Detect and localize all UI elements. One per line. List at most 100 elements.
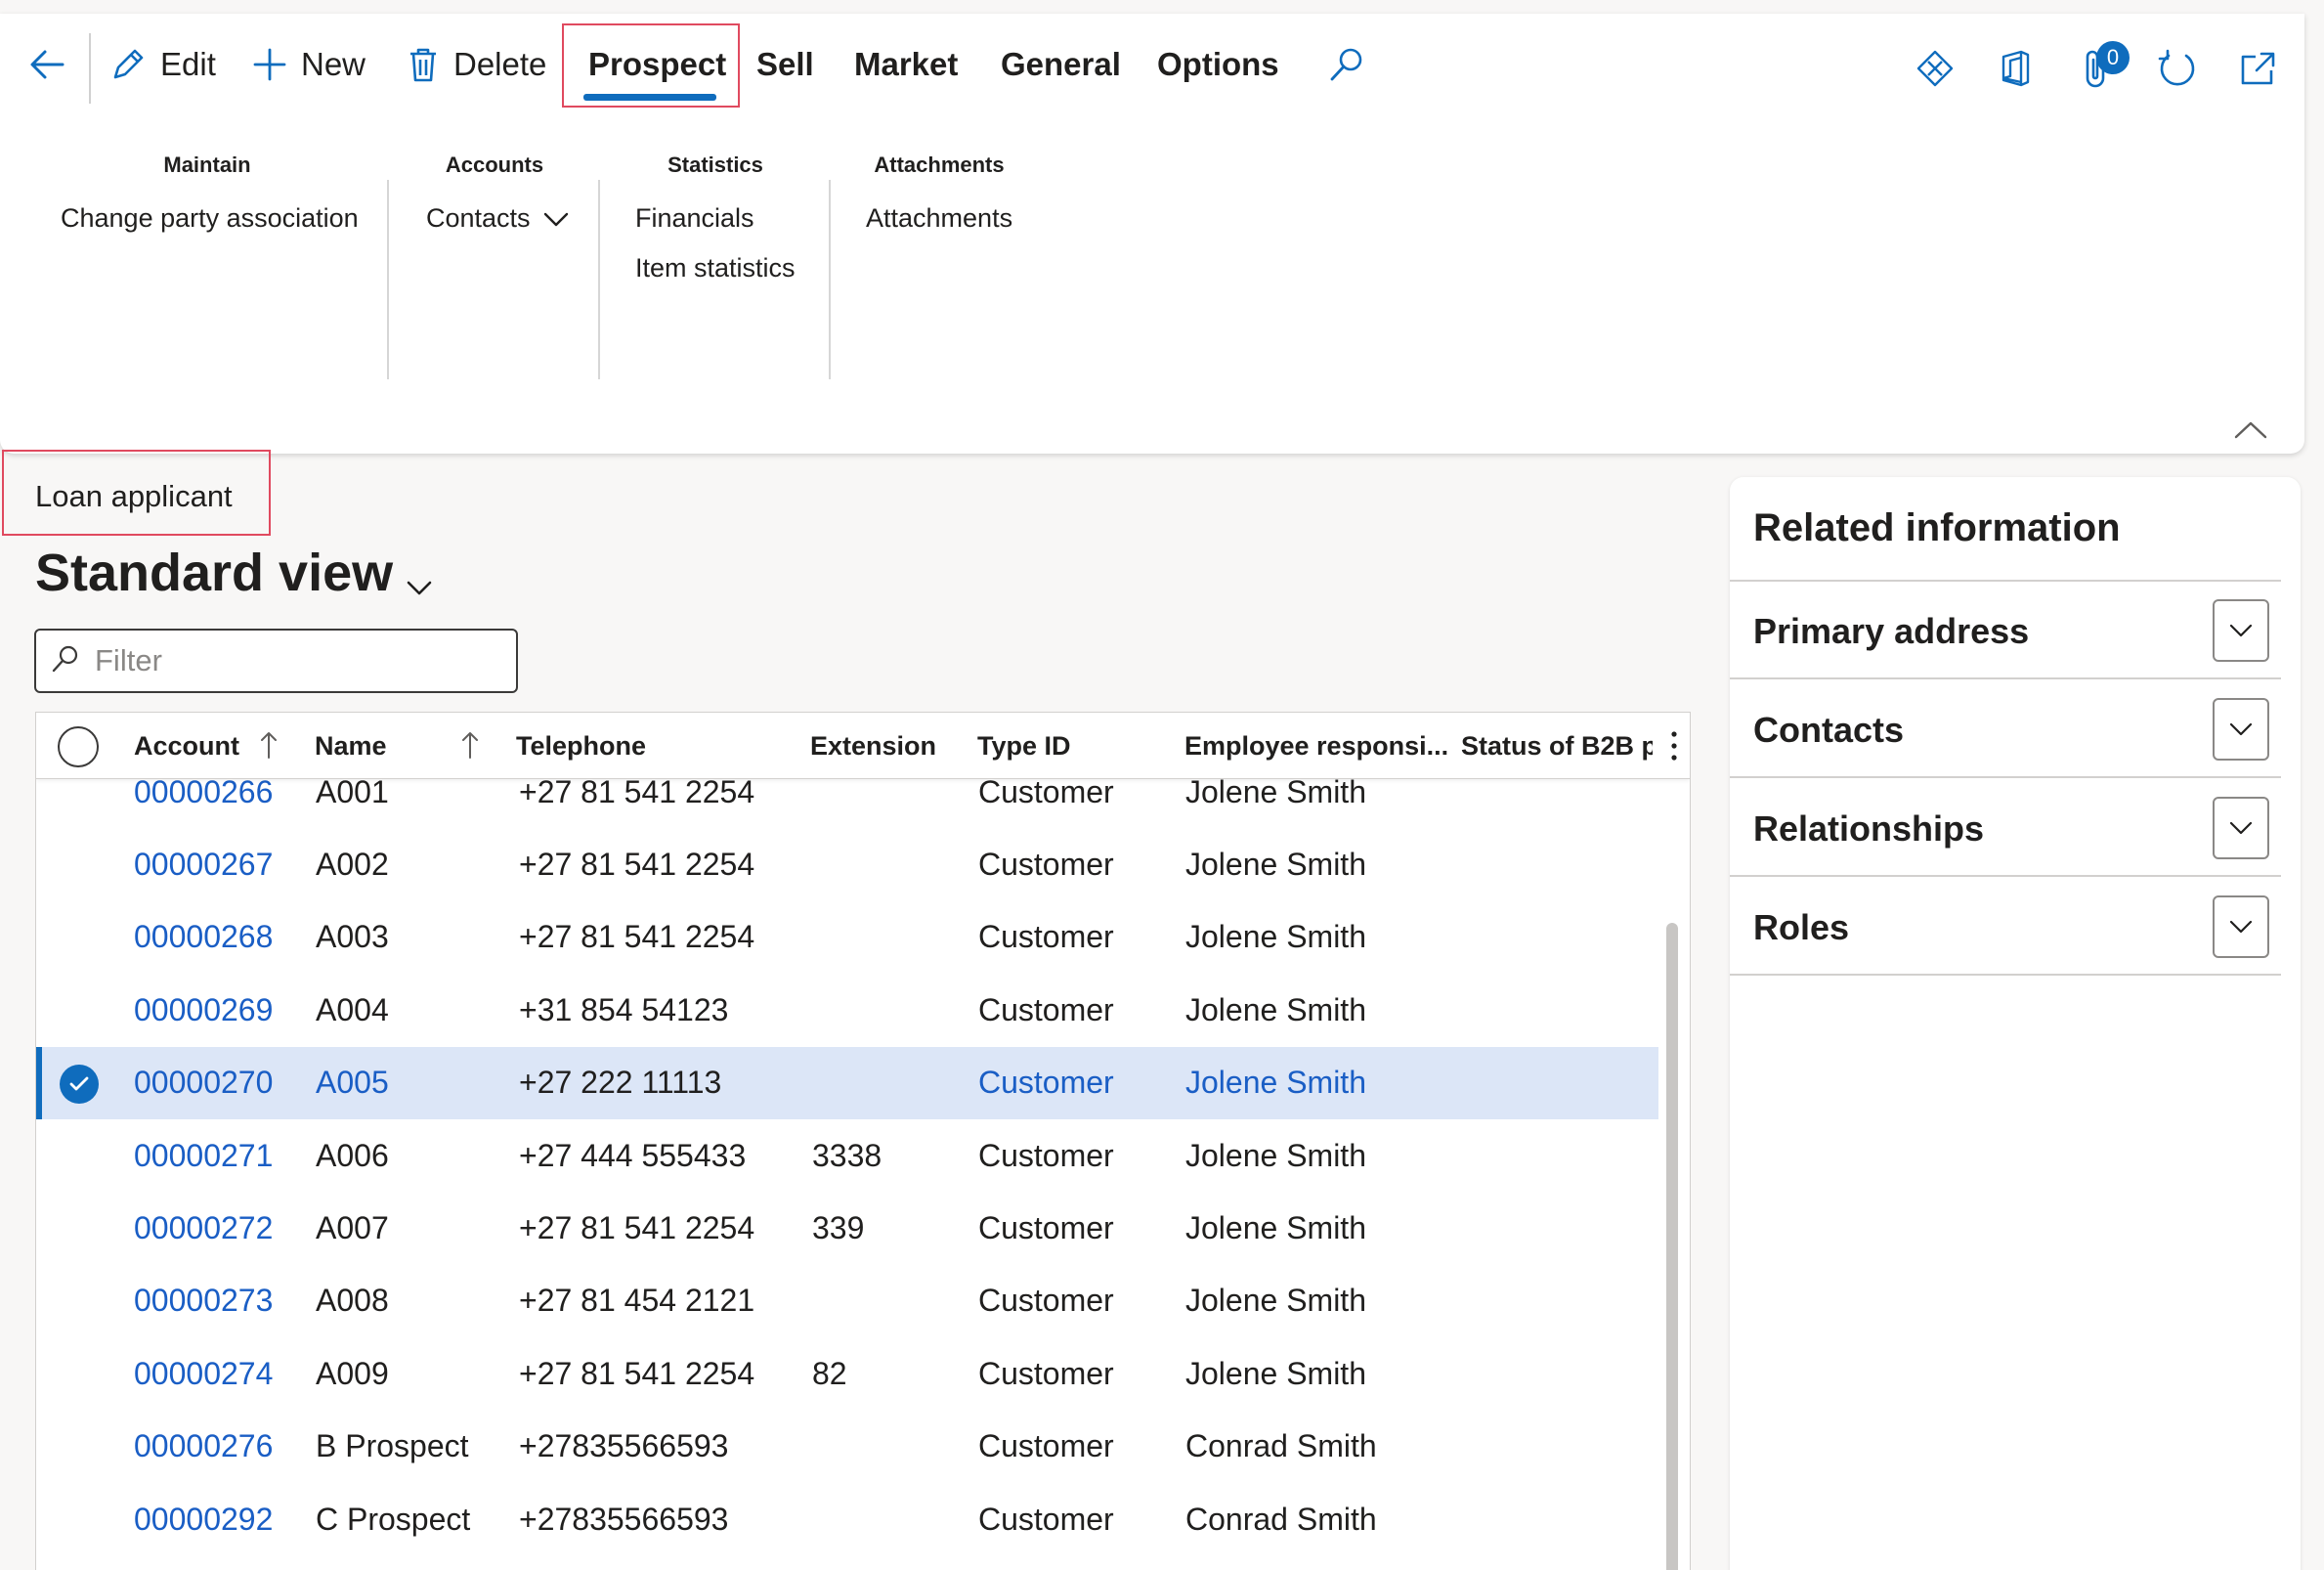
cell-account[interactable]: 00000274 <box>134 1337 273 1410</box>
cell-name: B Prospect <box>316 1428 469 1464</box>
power-apps-button[interactable] <box>1914 49 1957 92</box>
cell-employee-responsible: Jolene Smith <box>1185 1065 1366 1101</box>
cell-name: A004 <box>316 991 389 1027</box>
chevron-down-icon <box>405 549 434 610</box>
column-header-type-id[interactable]: Type ID <box>977 713 1071 779</box>
table-row[interactable]: 00000268 A003 +27 81 541 2254 Customer Jolen… <box>36 901 1658 974</box>
grid-scrollbar[interactable] <box>1666 923 1678 1570</box>
related-section-relationships[interactable]: Relationships <box>1730 779 2281 877</box>
sort-arrow-icon[interactable] <box>460 730 480 766</box>
tab-options[interactable]: Options <box>1157 33 1279 96</box>
item-statistics-button[interactable]: Item statistics <box>635 253 796 283</box>
tab-market[interactable]: Market <box>854 33 958 96</box>
expand-button[interactable] <box>2213 599 2269 662</box>
column-header-employee-responsible[interactable]: Employee responsi... <box>1184 713 1448 779</box>
chevron-down-icon <box>2228 918 2254 936</box>
view-name: Standard view <box>35 544 394 602</box>
cell-account[interactable]: 00000276 <box>134 1411 273 1483</box>
cell-telephone: +27 222 11113 <box>519 1065 722 1101</box>
tab-general[interactable]: General <box>1001 33 1121 96</box>
cell-account[interactable]: 00000272 <box>134 1192 273 1264</box>
cell-name: A003 <box>316 919 389 955</box>
grid-header: Account Name Telephone Extension Type ID… <box>36 713 1690 779</box>
cell-account[interactable]: 00000292 <box>134 1483 273 1555</box>
table-row[interactable]: 00000292 C Prospect +27835566593 Customer Co… <box>36 1483 1658 1555</box>
cell-type-id: Customer <box>978 919 1114 955</box>
attachments-button[interactable]: 0 <box>2076 41 2130 92</box>
cell-employee-responsible: Jolene Smith <box>1185 1137 1366 1173</box>
tab-prospect[interactable]: Prospect <box>588 33 726 96</box>
cell-account[interactable]: 00000269 <box>134 974 273 1046</box>
cell-name: C Prospect <box>316 1501 471 1537</box>
cell-account[interactable]: 00000271 <box>134 1119 273 1192</box>
table-row[interactable]: 00000271 A006 +27 444 555433 3338 Customer Jo… <box>36 1119 1658 1192</box>
table-row[interactable]: 00000273 A008 +27 81 454 2121 Customer Jolen… <box>36 1265 1658 1337</box>
collapse-ribbon-button[interactable] <box>2233 419 2268 446</box>
column-header-status-b2b[interactable]: Status of B2B pr <box>1461 713 1653 779</box>
related-section-label: Relationships <box>1753 808 1985 849</box>
office-button[interactable] <box>1994 49 2037 92</box>
cell-account[interactable]: 00000267 <box>134 828 273 900</box>
cell-account[interactable]: 00000268 <box>134 901 273 974</box>
pop-out-icon <box>2238 49 2277 93</box>
related-section-roles[interactable]: Roles <box>1730 878 2281 976</box>
cell-name: A009 <box>316 1355 389 1391</box>
table-row[interactable]: 00000267 A002 +27 81 541 2254 Customer Jolen… <box>36 828 1658 900</box>
attachments-count-badge: 0 <box>2096 41 2130 74</box>
chevron-down-icon <box>2228 819 2254 837</box>
cell-telephone: +27 81 541 2254 <box>519 847 755 883</box>
related-information-pane: Related information Primary address Conta… <box>1730 477 2301 1570</box>
column-header-name[interactable]: Name <box>315 713 387 779</box>
attachments-ribbon-button[interactable]: Attachments <box>866 203 1012 234</box>
chevron-down-icon <box>2228 622 2254 639</box>
expand-button[interactable] <box>2213 797 2269 859</box>
table-row[interactable]: 00000270 A005 +27 222 11113 Customer Jolene … <box>36 1046 1658 1119</box>
back-button[interactable] <box>25 33 68 96</box>
delete-button[interactable]: Delete <box>407 33 546 96</box>
table-row[interactable]: 00000274 A009 +27 81 541 2254 82 Customer Jol… <box>36 1337 1658 1410</box>
edit-label: Edit <box>160 46 216 82</box>
tab-sell[interactable]: Sell <box>756 33 814 96</box>
cell-telephone: +27 444 555433 <box>519 1137 747 1173</box>
related-section-primary-address[interactable]: Primary address <box>1730 582 2281 679</box>
table-row[interactable]: 00000272 A007 +27 81 541 2254 339 Customer Jo… <box>36 1192 1658 1264</box>
cell-account[interactable]: 00000270 <box>134 1047 273 1119</box>
select-all-checkbox[interactable] <box>58 726 99 767</box>
cell-telephone: +27 81 541 2254 <box>519 1210 755 1246</box>
more-options-icon[interactable] <box>1668 726 1680 772</box>
refresh-button[interactable] <box>2156 49 2199 92</box>
expand-button[interactable] <box>2213 895 2269 958</box>
search-button[interactable] <box>1327 33 1366 96</box>
column-header-account[interactable]: Account <box>134 713 239 779</box>
new-button[interactable]: New <box>252 33 366 96</box>
table-row[interactable]: 00000276 B Prospect +27835566593 Customer Co… <box>36 1411 1658 1483</box>
filter-box[interactable] <box>34 629 518 693</box>
related-section-contacts[interactable]: Contacts <box>1730 680 2281 778</box>
delete-label: Delete <box>453 46 547 82</box>
change-party-association-button[interactable]: Change party association <box>61 203 359 234</box>
cell-telephone: +27835566593 <box>519 1428 729 1464</box>
financials-button[interactable]: Financials <box>635 203 796 234</box>
column-header-extension[interactable]: Extension <box>810 713 936 779</box>
cell-telephone: +31 854 54123 <box>519 991 729 1027</box>
cell-employee-responsible: Jolene Smith <box>1185 919 1366 955</box>
sort-arrow-icon[interactable] <box>259 730 279 766</box>
view-selector[interactable]: Standard view <box>35 536 434 610</box>
row-checkmark-icon[interactable] <box>60 1064 99 1104</box>
cell-name: A005 <box>316 1065 389 1101</box>
table-row[interactable]: 00000269 A004 +31 854 54123 Customer Jolene … <box>36 974 1658 1046</box>
pencil-icon <box>109 46 147 83</box>
contacts-dropdown-button[interactable]: Contacts <box>426 203 568 234</box>
column-header-telephone[interactable]: Telephone <box>516 713 646 779</box>
expand-button[interactable] <box>2213 698 2269 761</box>
cell-employee-responsible: Jolene Smith <box>1185 1355 1366 1391</box>
cell-employee-responsible: Jolene Smith <box>1185 847 1366 883</box>
edit-button[interactable]: Edit <box>109 33 216 96</box>
cell-type-id: Customer <box>978 1210 1114 1246</box>
open-new-window-button[interactable] <box>2236 49 2279 92</box>
cell-account[interactable]: 00000273 <box>134 1265 273 1337</box>
group-title-maintain: Maintain <box>163 153 251 177</box>
related-section-label: Roles <box>1753 907 1850 947</box>
filter-input[interactable] <box>95 643 486 678</box>
new-label: New <box>301 46 366 82</box>
